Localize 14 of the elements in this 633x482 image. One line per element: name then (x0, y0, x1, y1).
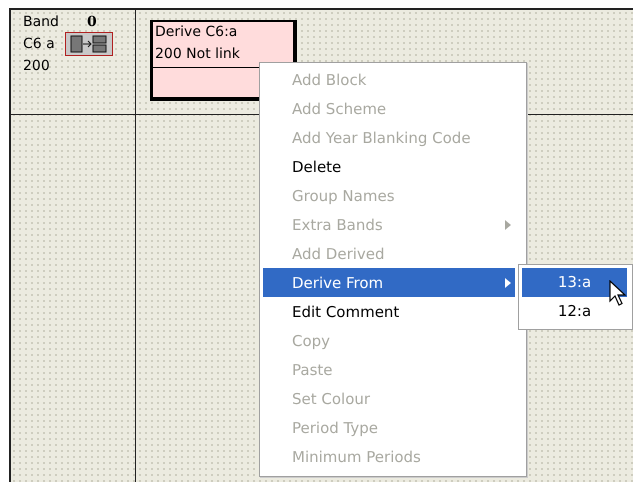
submenu-item[interactable]: 12:a (522, 297, 627, 326)
menu-item[interactable]: Edit Comment (263, 297, 515, 326)
block-status: 200 Not link (154, 45, 241, 64)
submenu-item[interactable]: 13:a (522, 268, 627, 297)
link-blocks-icon[interactable] (64, 32, 113, 56)
band-code: C6 a (23, 36, 55, 52)
submenu-arrow-icon (505, 220, 511, 230)
menu-item[interactable]: Derive From (263, 268, 515, 297)
block-title: Derive C6:a (154, 23, 238, 42)
band-count: 0 (86, 14, 97, 30)
menu-item[interactable]: Delete (263, 152, 515, 181)
submenu-arrow-icon (505, 278, 511, 288)
band-value: 200 (23, 58, 51, 74)
band-label: Band (23, 14, 59, 30)
